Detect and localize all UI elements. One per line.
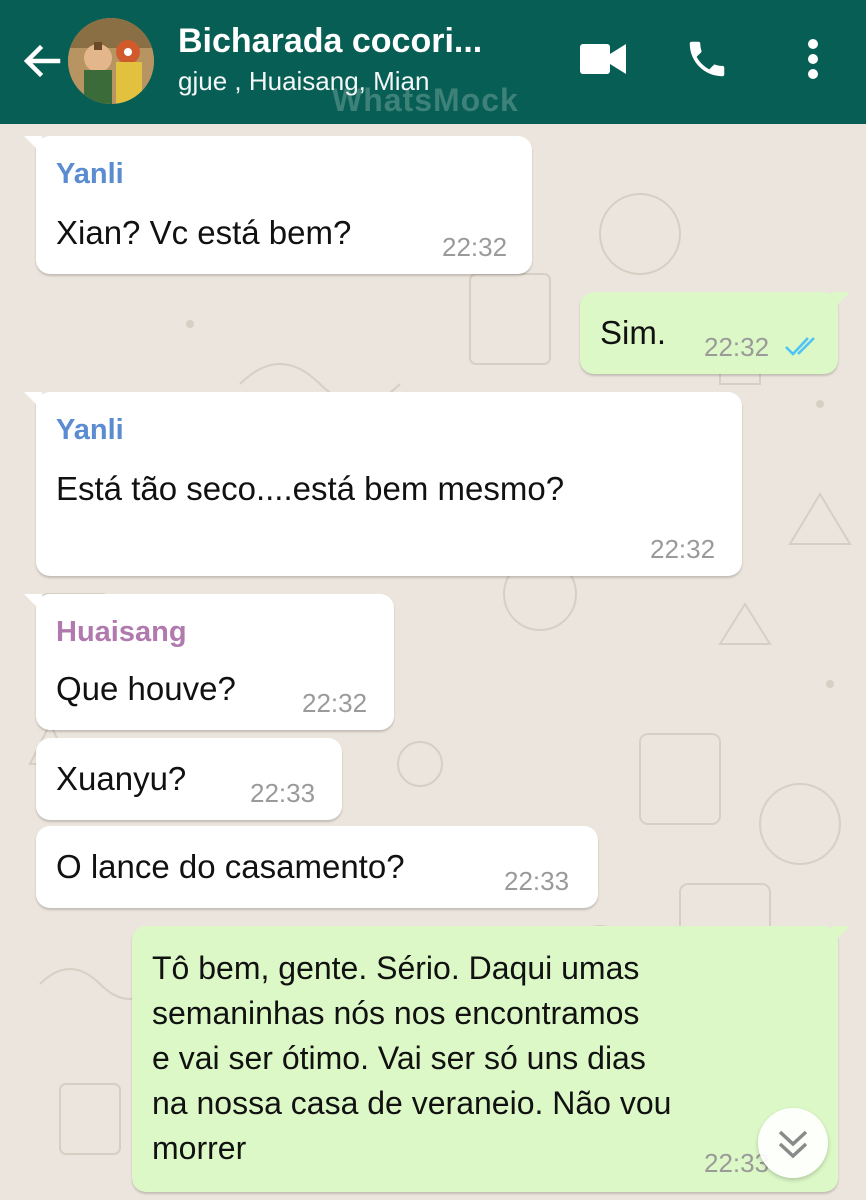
message-bubble[interactable]: Yanli Está tão seco....está bem mesmo? 2…: [24, 392, 742, 576]
message-text: Sim.: [600, 314, 666, 351]
message-bubble[interactable]: Xuanyu? 22:33: [36, 738, 342, 820]
message-line: semaninhas nós nos encontramos: [152, 995, 640, 1031]
voice-call-icon[interactable]: [684, 36, 730, 82]
group-title[interactable]: Bicharada cocori...: [178, 22, 528, 61]
sender-name[interactable]: Huaisang: [56, 616, 187, 649]
back-arrow-icon[interactable]: [18, 38, 64, 84]
message-text: O lance do casamento?: [56, 848, 405, 885]
message-time: 22:32: [302, 688, 368, 718]
message-line: Tô bem, gente. Sério. Daqui umas: [152, 950, 640, 986]
scroll-to-bottom-button[interactable]: [758, 1108, 828, 1178]
message-time: 22:33: [250, 778, 316, 808]
message-time: 22:32: [650, 534, 716, 564]
message-text: Que houve?: [56, 670, 236, 707]
message-bubble[interactable]: Tô bem, gente. Sério. Daqui umas semanin…: [132, 926, 850, 1192]
message-line: morrer: [152, 1130, 247, 1166]
message-text: Xuanyu?: [56, 760, 187, 797]
message-text: Está tão seco....está bem mesmo?: [56, 470, 565, 507]
bubble-tail: [832, 926, 850, 944]
message-bubble[interactable]: Sim. 22:32: [580, 292, 850, 374]
sender-name[interactable]: Yanli: [56, 414, 124, 447]
message-bubble[interactable]: O lance do casamento? 22:33: [36, 826, 598, 908]
message-text: Tô bem, gente. Sério. Daqui umas semanin…: [152, 946, 671, 1171]
message-line: e vai ser ótimo. Vai ser só uns dias: [152, 1040, 646, 1076]
more-options-icon[interactable]: [804, 36, 822, 82]
message-time: 22:33: [504, 866, 570, 896]
chat-header: Bicharada cocori... gjue , Huaisang, Mia…: [0, 0, 866, 124]
avatar-image: [68, 18, 154, 104]
video-call-icon[interactable]: [580, 42, 626, 76]
message-time: 22:32: [704, 332, 770, 362]
bubble-tail: [24, 594, 42, 612]
bubble-tail: [24, 136, 42, 154]
message-time: 22:32: [442, 232, 508, 262]
read-receipt-icon: [785, 337, 815, 356]
group-avatar[interactable]: [68, 18, 154, 104]
bubble-tail: [24, 392, 42, 410]
message-bubble[interactable]: Huaisang Que houve? 22:32: [24, 594, 394, 730]
double-chevron-down-icon: [778, 1130, 808, 1159]
message-text: Xian? Vc está bem?: [56, 214, 352, 251]
sender-name[interactable]: Yanli: [56, 158, 124, 191]
message-line: na nossa casa de veraneio. Não vou: [152, 1085, 672, 1121]
bubble-tail: [832, 292, 850, 310]
message-bubble[interactable]: Yanli Xian? Vc está bem? 22:32: [24, 136, 532, 274]
watermark: WhatsMock: [332, 82, 519, 118]
